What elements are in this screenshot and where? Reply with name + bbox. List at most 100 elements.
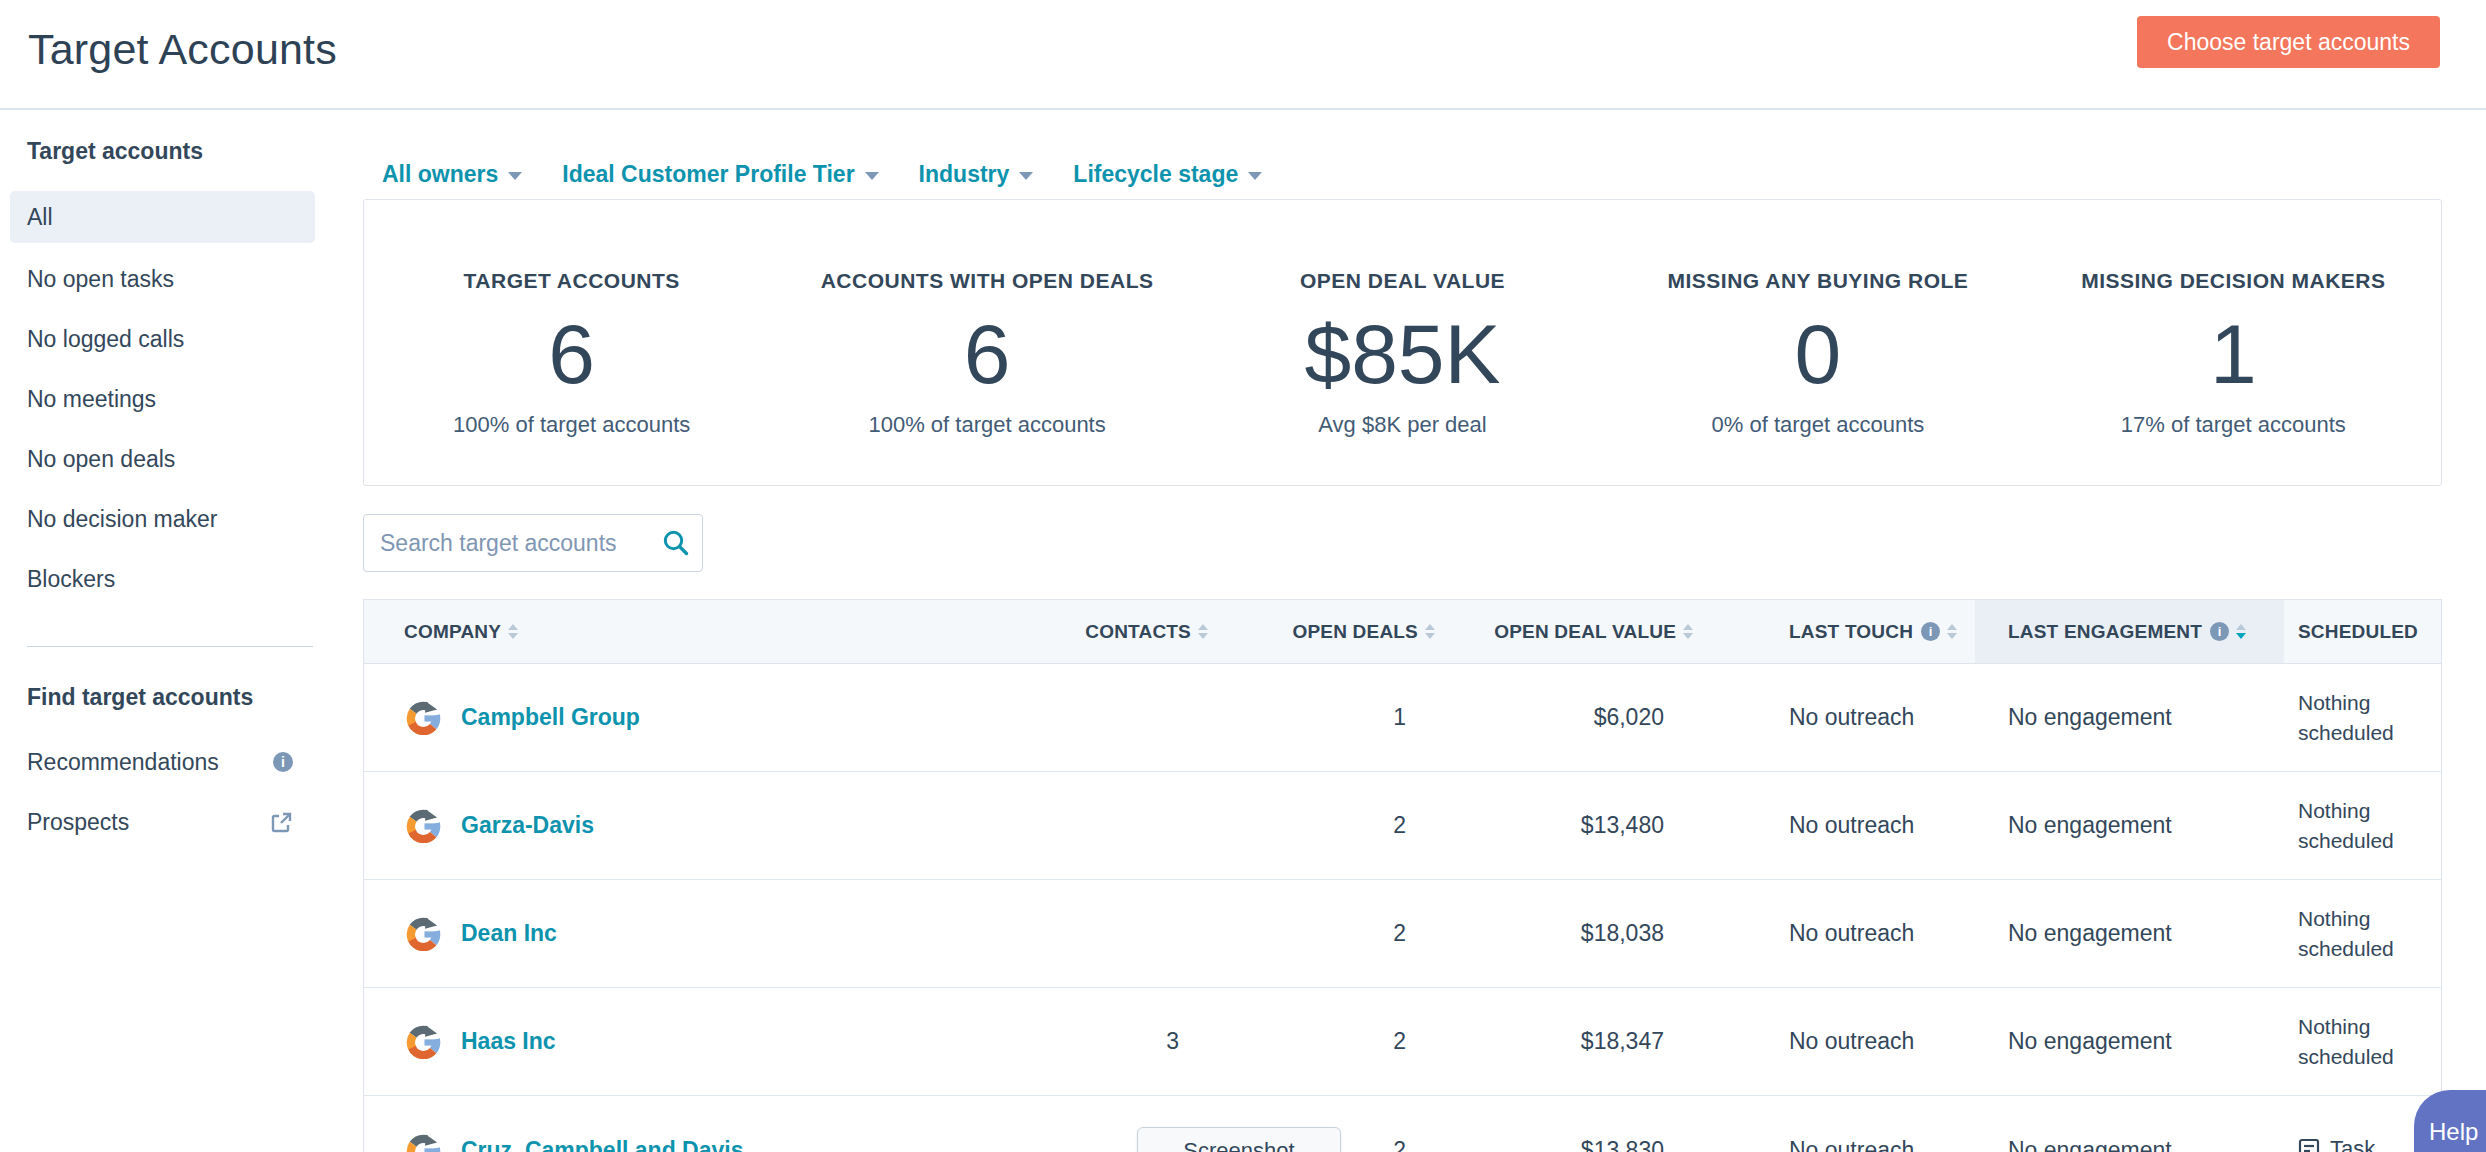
- sidebar-item-recommendations[interactable]: Recommendations i: [10, 732, 313, 792]
- company-link[interactable]: Campbell Group: [461, 704, 640, 731]
- column-header-last-touch[interactable]: LAST TOUCH i: [1699, 600, 1975, 663]
- chevron-down-icon: [1248, 172, 1262, 180]
- last-engagement-cell: No engagement: [1975, 1028, 2284, 1055]
- stat-value: 0: [1610, 302, 2025, 406]
- filter-label: Lifecycle stage: [1073, 157, 1238, 191]
- company-link[interactable]: Garza-Davis: [461, 812, 594, 839]
- filter-industry[interactable]: Industry: [919, 157, 1034, 191]
- stat-missing-any-buying-role: MISSING ANY BUYING ROLE00% of target acc…: [1610, 268, 2025, 485]
- stat-value: 6: [364, 302, 779, 406]
- company-cell: Garza-Davis: [364, 808, 1011, 843]
- filter-label: Industry: [919, 157, 1010, 191]
- table-body: Campbell Group1$6,020No outreachNo engag…: [364, 664, 2441, 1152]
- screenshot-button[interactable]: Screenshot: [1137, 1127, 1341, 1152]
- company-logo-icon: [406, 1024, 441, 1059]
- column-header-open-deals[interactable]: OPEN DEALS: [1214, 600, 1441, 663]
- column-header-label: OPEN DEAL VALUE: [1494, 621, 1676, 643]
- filters-row: All owners Ideal Customer Profile Tier Ind…: [382, 157, 2486, 191]
- column-header-label: CONTACTS: [1085, 621, 1191, 643]
- table-row: Haas Inc32$18,347No outreachNo engagemen…: [364, 988, 2441, 1096]
- sidebar-item-no-open-deals[interactable]: No open deals: [10, 429, 315, 489]
- stat-target-accounts: TARGET ACCOUNTS 6 100% of target accounts: [364, 268, 779, 485]
- filter-all-owners[interactable]: All owners: [382, 157, 522, 191]
- company-link[interactable]: Dean Inc: [461, 920, 557, 947]
- info-icon[interactable]: i: [2210, 622, 2229, 641]
- sidebar-item-prospects[interactable]: Prospects: [10, 792, 313, 852]
- sidebar-item-no-decision-maker[interactable]: No decision maker: [10, 489, 315, 549]
- stat-missing-decision-makers: MISSING DECISION MAKERS 1 17% of target ac…: [2026, 268, 2441, 485]
- target-accounts-table: COMPANY CONTACTS OPEN DEALS OPEN DEAL VALUE…: [363, 599, 2442, 1152]
- sidebar-item-no-open-tasks[interactable]: No open tasks: [10, 249, 315, 309]
- table-row: Campbell Group1$6,020No outreachNo engag…: [364, 664, 2441, 772]
- stat-subtext: 100% of target accounts: [364, 411, 779, 439]
- stat-label: MISSING DECISION MAKERS: [2026, 268, 2441, 294]
- sidebar-item-label: Prospects: [27, 809, 129, 836]
- sort-icon: [1425, 624, 1435, 639]
- open-deal-value-cell: $18,347: [1441, 1028, 1699, 1055]
- table-row: Cruz, Campbell and Davis2$13,830No outre…: [364, 1096, 2441, 1152]
- info-icon[interactable]: i: [1921, 622, 1940, 641]
- sidebar-item-label: Recommendations: [27, 749, 219, 776]
- open-deal-value-cell: $18,038: [1441, 920, 1699, 947]
- open-deals-cell: 1: [1214, 704, 1441, 731]
- column-header-label: OPEN DEALS: [1292, 621, 1418, 643]
- company-logo-icon: [406, 700, 441, 735]
- scheduled-cell: Nothing scheduled: [2284, 1012, 2441, 1072]
- column-header-open-deal-value[interactable]: OPEN DEAL VALUE: [1441, 600, 1699, 663]
- help-button[interactable]: Help: [2414, 1090, 2486, 1152]
- filter-label: Ideal Customer Profile Tier: [562, 157, 854, 191]
- stat-accounts-with-open-deals: ACCOUNTS WITH OPEN DEALS6100% of target …: [779, 268, 1194, 485]
- stat-subtext: 17% of target accounts: [2026, 411, 2441, 439]
- table-header-row: COMPANY CONTACTS OPEN DEALS OPEN DEAL VALUE…: [364, 600, 2441, 664]
- filter-label: All owners: [382, 157, 498, 191]
- sort-icon: [508, 624, 518, 639]
- column-header-label: LAST TOUCH: [1789, 621, 1913, 643]
- scheduled-cell: Nothing scheduled: [2284, 688, 2441, 748]
- info-icon[interactable]: i: [273, 752, 293, 772]
- stat-value: 1: [2026, 302, 2441, 406]
- chevron-down-icon: [865, 172, 879, 180]
- search-box: [363, 514, 703, 572]
- sort-icon: [1683, 624, 1693, 639]
- external-link-icon: [270, 811, 293, 834]
- company-logo-icon: [406, 808, 441, 843]
- last-engagement-cell: No engagement: [1975, 704, 2284, 731]
- search-input[interactable]: [363, 514, 703, 572]
- company-cell: Cruz, Campbell and Davis: [364, 1133, 1011, 1152]
- filter-ideal-customer-profile-tier[interactable]: Ideal Customer Profile Tier: [562, 157, 878, 191]
- last-touch-cell: No outreach: [1699, 920, 1975, 947]
- stat-subtext: 0% of target accounts: [1610, 411, 2025, 439]
- stats-card: TARGET ACCOUNTS6100% of target accountsA…: [363, 199, 2442, 486]
- search-icon: [662, 529, 689, 556]
- company-link[interactable]: Haas Inc: [461, 1028, 556, 1055]
- company-cell: Haas Inc: [364, 1024, 1011, 1059]
- sidebar-item-no-logged-calls[interactable]: No logged calls: [10, 309, 315, 369]
- filter-lifecycle-stage[interactable]: Lifecycle stage: [1073, 157, 1262, 191]
- column-header-last-engagement[interactable]: LAST ENGAGEMENTi: [1975, 600, 2284, 663]
- column-header-contacts[interactable]: CONTACTS: [1011, 600, 1214, 663]
- company-logo-icon: [406, 1133, 441, 1152]
- sidebar-list: All No open tasksNo logged callsNo meetin…: [10, 191, 363, 609]
- sidebar-item-no-meetings[interactable]: No meetings: [10, 369, 315, 429]
- task-icon: [2298, 1138, 2320, 1152]
- open-deals-cell: 2: [1214, 920, 1441, 947]
- sidebar-find-heading: Find target accounts: [10, 680, 363, 714]
- choose-target-accounts-button[interactable]: Choose target accounts: [2137, 16, 2440, 68]
- table-row: Dean Inc2$18,038No outreachNo engagement…: [364, 880, 2441, 988]
- column-header-company[interactable]: COMPANY: [364, 600, 1011, 663]
- column-header-label: SCHEDULED: [2298, 621, 2418, 643]
- sidebar: Target accounts AllNo open tasksNo logge…: [0, 110, 363, 1152]
- scheduled-cell: Nothing scheduled: [2284, 904, 2441, 964]
- stat-label: TARGET ACCOUNTS: [364, 268, 779, 294]
- last-engagement-cell: No engagement: [1975, 1137, 2284, 1152]
- company-link[interactable]: Cruz, Campbell and Davis: [461, 1137, 743, 1152]
- open-deal-value-cell: $13,480: [1441, 812, 1699, 839]
- sidebar-item-blockers[interactable]: Blockers: [10, 549, 315, 609]
- sort-icon: [2236, 624, 2246, 639]
- stat-subtext: 100% of target accounts: [779, 411, 1194, 439]
- sidebar-item-all[interactable]: All: [10, 191, 315, 243]
- main-content: All owners Ideal Customer Profile Tier Ind…: [363, 110, 2486, 1152]
- scheduled-label: Task: [2330, 1136, 2375, 1152]
- stat-label: ACCOUNTS WITH OPEN DEALS: [779, 268, 1194, 294]
- column-header-label: COMPANY: [404, 621, 501, 643]
